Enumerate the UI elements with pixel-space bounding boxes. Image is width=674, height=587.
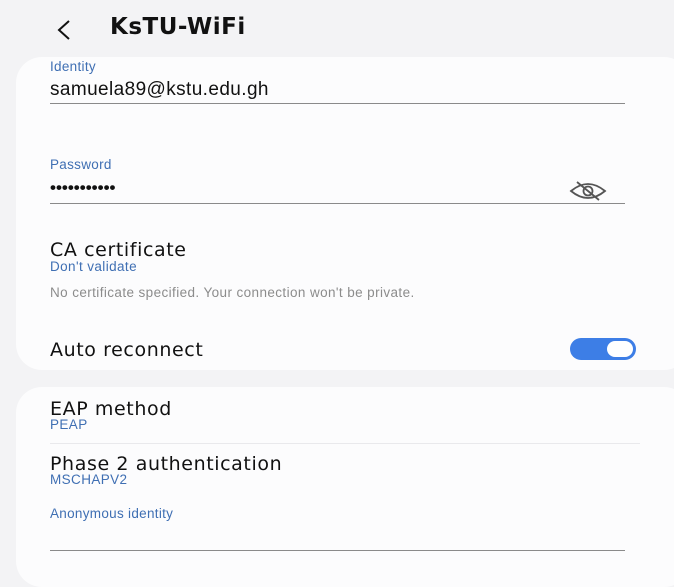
ca-certificate-value: Don't validate	[50, 259, 137, 274]
auto-reconnect-label: Auto reconnect	[50, 339, 204, 361]
anonymous-identity-label: Anonymous identity	[50, 506, 174, 521]
eap-method-value: PEAP	[50, 417, 88, 432]
password-underline	[50, 203, 625, 204]
password-label: Password	[50, 157, 112, 172]
identity-underline	[50, 103, 625, 104]
phase2-authentication-value: MSCHAPV2	[50, 472, 128, 487]
ca-certificate-hint: No certificate specified. Your connectio…	[50, 285, 415, 300]
divider	[50, 443, 640, 444]
password-field[interactable]: •••••••••••	[50, 178, 115, 198]
app-header: KsTU-WiFi	[0, 0, 674, 58]
anonymous-identity-underline	[50, 550, 625, 551]
page-title: KsTU-WiFi	[110, 14, 246, 40]
identity-field[interactable]: samuela89@kstu.edu.gh	[50, 79, 269, 101]
back-button[interactable]	[50, 16, 78, 44]
ca-certificate-title: CA certificate	[50, 239, 187, 261]
toggle-knob	[607, 341, 633, 357]
chevron-left-icon	[57, 20, 70, 40]
identity-label: Identity	[50, 59, 96, 74]
password-visibility-toggle[interactable]	[568, 180, 608, 202]
eye-off-icon	[569, 181, 607, 201]
auto-reconnect-toggle[interactable]	[570, 338, 636, 360]
